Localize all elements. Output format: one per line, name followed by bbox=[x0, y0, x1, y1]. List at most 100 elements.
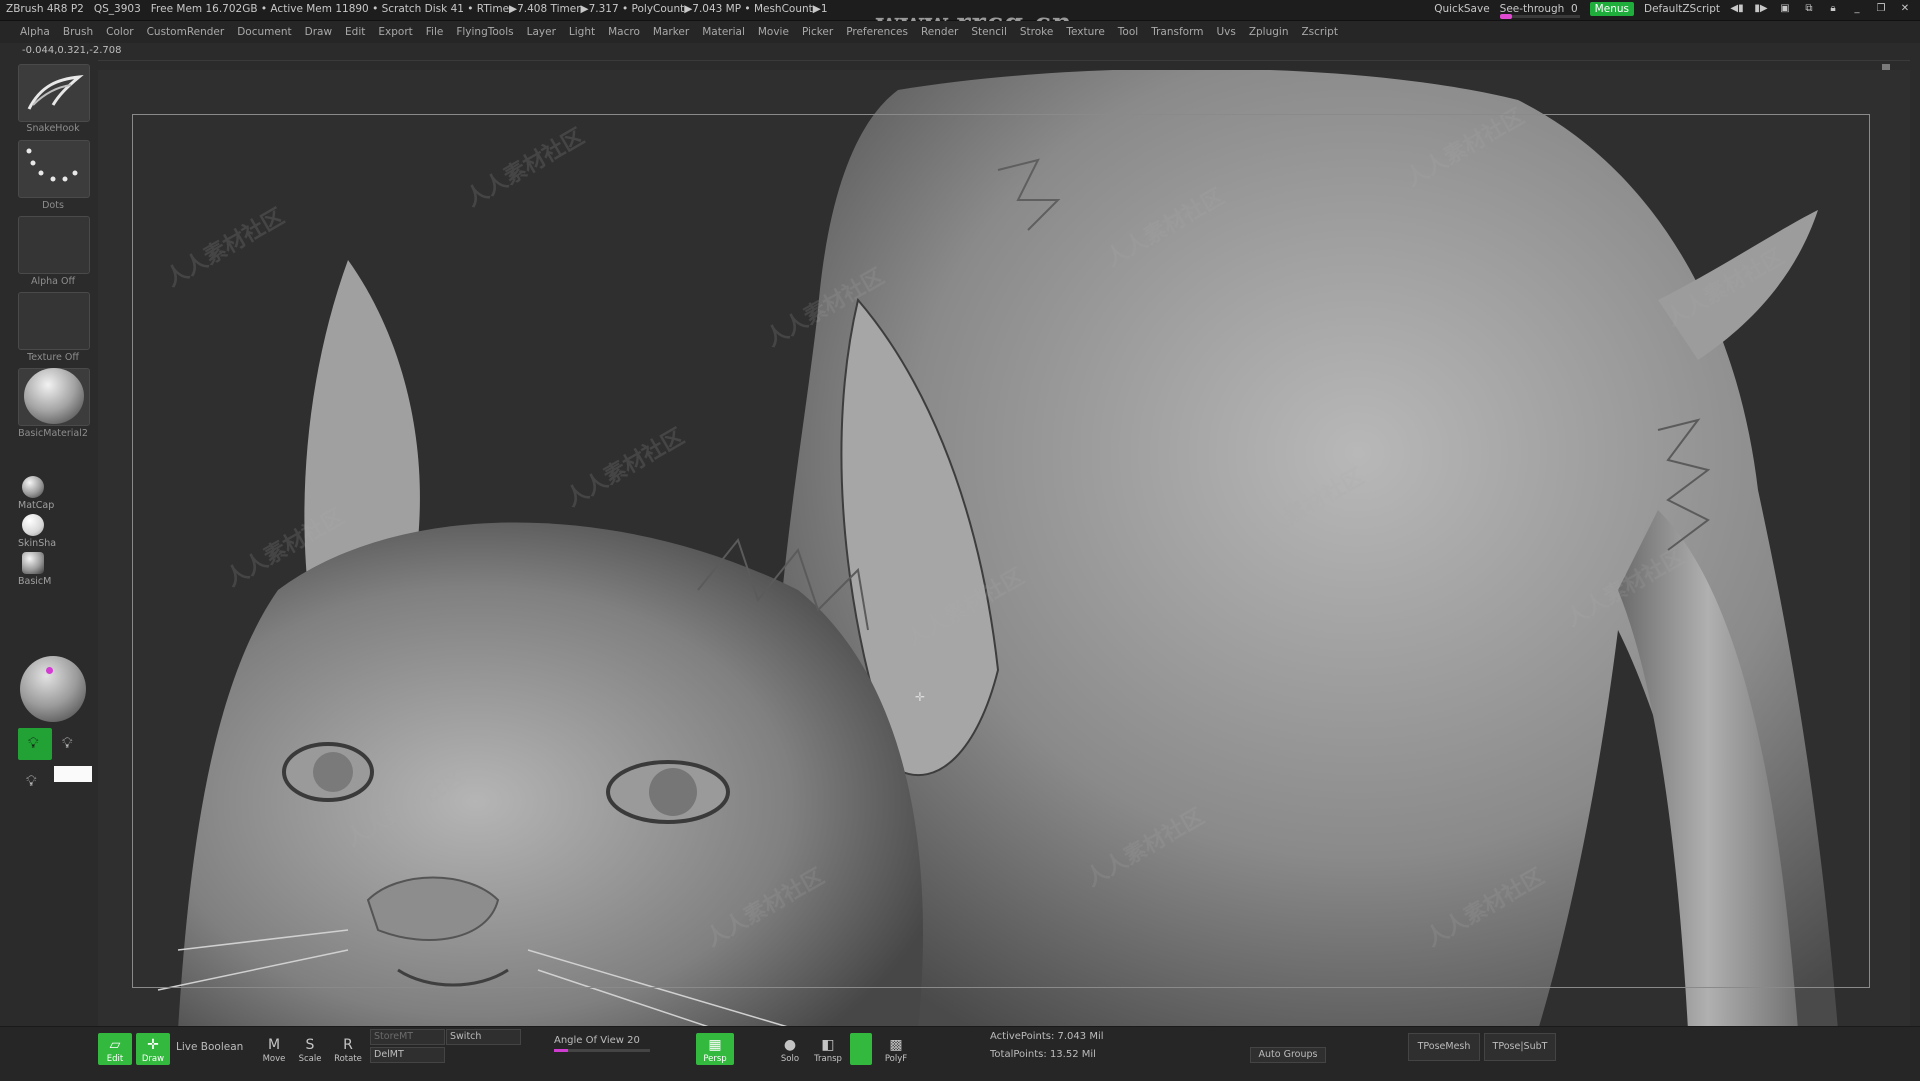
layout-prev-icon[interactable]: ◀▮ bbox=[1730, 3, 1744, 15]
texture-selector[interactable] bbox=[18, 292, 90, 350]
lightbulb-secondary-icon[interactable]: 💡︎ bbox=[62, 734, 73, 752]
store-mt-button[interactable]: StoreMT bbox=[370, 1029, 445, 1045]
brush-selector[interactable] bbox=[18, 64, 90, 122]
see-through-track bbox=[1499, 15, 1580, 18]
menu-transform[interactable]: Transform bbox=[1151, 26, 1203, 38]
menu-flyingtools[interactable]: FlyingTools bbox=[456, 26, 513, 38]
menu-export[interactable]: Export bbox=[378, 26, 412, 38]
ghost-toggle[interactable] bbox=[850, 1033, 872, 1065]
total-points-readout: TotalPoints: 13.52 Mil bbox=[990, 1049, 1096, 1060]
menu-zscript[interactable]: Zscript bbox=[1301, 26, 1337, 38]
menu-picker[interactable]: Picker bbox=[802, 26, 833, 38]
restore-icon[interactable]: ❐ bbox=[1874, 3, 1888, 15]
memory-status: Free Mem 16.702GB • Active Mem 11890 • S… bbox=[150, 3, 828, 15]
menu-stroke[interactable]: Stroke bbox=[1020, 26, 1053, 38]
main-color-swatch[interactable]: 💡︎ bbox=[18, 728, 52, 760]
see-through-value: 0 bbox=[1571, 3, 1578, 15]
menu-document[interactable]: Document bbox=[237, 26, 291, 38]
secondary-color-swatch[interactable] bbox=[54, 766, 92, 782]
move-icon: M bbox=[267, 1037, 281, 1053]
draw-button[interactable]: ✛ Draw bbox=[136, 1033, 170, 1065]
alpha-label: Alpha Off bbox=[30, 276, 76, 287]
material-sphere-icon bbox=[24, 368, 84, 424]
transparency-icon: ◧ bbox=[821, 1037, 835, 1053]
lock-icon[interactable]: 🔒︎ bbox=[1826, 3, 1840, 15]
layout-next-icon[interactable]: ▮▶ bbox=[1754, 3, 1768, 15]
persp-button[interactable]: ▦ Persp bbox=[696, 1033, 734, 1065]
quicksave-button[interactable]: QuickSave bbox=[1434, 3, 1489, 15]
lightbulb-tertiary-icon[interactable]: 💡︎ bbox=[26, 772, 37, 790]
move-button[interactable]: M Move bbox=[258, 1033, 290, 1065]
color-picker[interactable] bbox=[20, 656, 86, 722]
switch-button[interactable]: Switch bbox=[446, 1029, 521, 1045]
window-layout-icon[interactable]: ▣ bbox=[1778, 3, 1792, 15]
see-through-slider[interactable]: See-through 0 bbox=[1499, 3, 1580, 19]
menu-brush[interactable]: Brush bbox=[63, 26, 93, 38]
texture-label: Texture Off bbox=[27, 352, 79, 363]
menu-movie[interactable]: Movie bbox=[758, 26, 789, 38]
dots-stroke-icon bbox=[26, 148, 78, 182]
lightbulb-icon: 💡︎ bbox=[28, 734, 39, 752]
see-through-label: See-through 0 bbox=[1499, 3, 1578, 15]
angle-of-view-slider[interactable] bbox=[554, 1049, 650, 1052]
menu-uvs[interactable]: Uvs bbox=[1216, 26, 1235, 38]
menu-macro[interactable]: Macro bbox=[608, 26, 640, 38]
title-bar-controls: QuickSave See-through 0 Menus DefaultZSc… bbox=[1434, 2, 1912, 19]
matcap-label: MatCap bbox=[18, 500, 55, 511]
minimize-icon[interactable]: _ bbox=[1850, 3, 1864, 15]
menu-preferences[interactable]: Preferences bbox=[846, 26, 908, 38]
basic-material-label: BasicM bbox=[18, 576, 52, 587]
rotate-button[interactable]: R Rotate bbox=[330, 1033, 366, 1065]
menu-material[interactable]: Material bbox=[702, 26, 745, 38]
menu-file[interactable]: File bbox=[426, 26, 444, 38]
menu-layer[interactable]: Layer bbox=[527, 26, 556, 38]
menu-texture[interactable]: Texture bbox=[1066, 26, 1104, 38]
menu-marker[interactable]: Marker bbox=[653, 26, 689, 38]
menu-draw[interactable]: Draw bbox=[305, 26, 332, 38]
menu-zplugin[interactable]: Zplugin bbox=[1249, 26, 1289, 38]
cursor-coordinates: -0.044,0.321,-2.708 bbox=[22, 45, 122, 56]
menu-render[interactable]: Render bbox=[921, 26, 958, 38]
angle-of-view-label: Angle Of View 20 bbox=[554, 1035, 640, 1046]
stroke-label: Dots bbox=[42, 200, 64, 211]
see-through-knob[interactable] bbox=[1499, 14, 1512, 19]
solo-button[interactable]: ● Solo bbox=[774, 1033, 806, 1065]
live-boolean-button[interactable]: Live Boolean bbox=[176, 1041, 243, 1053]
skinshade-sphere-icon[interactable] bbox=[22, 514, 44, 536]
close-icon[interactable]: ✕ bbox=[1898, 3, 1912, 15]
auto-groups-button[interactable]: Auto Groups bbox=[1250, 1047, 1326, 1063]
app-name: ZBrush 4R8 P2 bbox=[6, 3, 84, 15]
basic-material-icon[interactable] bbox=[22, 552, 44, 574]
menu-light[interactable]: Light bbox=[569, 26, 595, 38]
skinshade-label: SkinSha bbox=[18, 538, 57, 549]
scale-icon: S bbox=[305, 1037, 315, 1053]
brush-label: SnakeHook bbox=[26, 123, 80, 134]
polyf-button[interactable]: ▩ PolyF bbox=[876, 1033, 916, 1065]
menu-color[interactable]: Color bbox=[106, 26, 133, 38]
matcap-sphere-icon[interactable] bbox=[22, 476, 44, 498]
menu-stencil[interactable]: Stencil bbox=[971, 26, 1007, 38]
menu-alpha[interactable]: Alpha bbox=[20, 26, 50, 38]
color-picker-dot bbox=[46, 667, 53, 674]
scale-button[interactable]: S Scale bbox=[294, 1033, 326, 1065]
edit-button[interactable]: ▱ Edit bbox=[98, 1033, 132, 1065]
material-label: BasicMaterial2 bbox=[18, 428, 88, 439]
solo-icon: ● bbox=[783, 1037, 797, 1053]
window-swap-icon[interactable]: ⧉ bbox=[1802, 3, 1816, 15]
menu-edit[interactable]: Edit bbox=[345, 26, 365, 38]
menu-tool[interactable]: Tool bbox=[1118, 26, 1138, 38]
del-mt-button[interactable]: DelMT bbox=[370, 1047, 445, 1063]
menus-toggle-button[interactable]: Menus bbox=[1589, 2, 1634, 16]
transp-button[interactable]: ◧ Transp bbox=[812, 1033, 844, 1065]
menu-customrender[interactable]: CustomRender bbox=[147, 26, 225, 38]
tpose-mesh-button[interactable]: TPoseMesh bbox=[1408, 1033, 1480, 1061]
brush-cursor-icon: ✛ bbox=[915, 690, 926, 704]
angle-of-view-fill bbox=[554, 1049, 569, 1052]
stroke-selector[interactable] bbox=[18, 140, 90, 198]
perspective-grid-icon: ▦ bbox=[708, 1037, 722, 1053]
menu-list: Alpha Brush Color CustomRender Document … bbox=[20, 26, 1351, 38]
alpha-selector[interactable] bbox=[18, 216, 90, 274]
material-selector[interactable] bbox=[18, 368, 90, 426]
tpose-subt-button[interactable]: TPose|SubT bbox=[1484, 1033, 1556, 1061]
default-zscript-button[interactable]: DefaultZScript bbox=[1644, 3, 1720, 15]
